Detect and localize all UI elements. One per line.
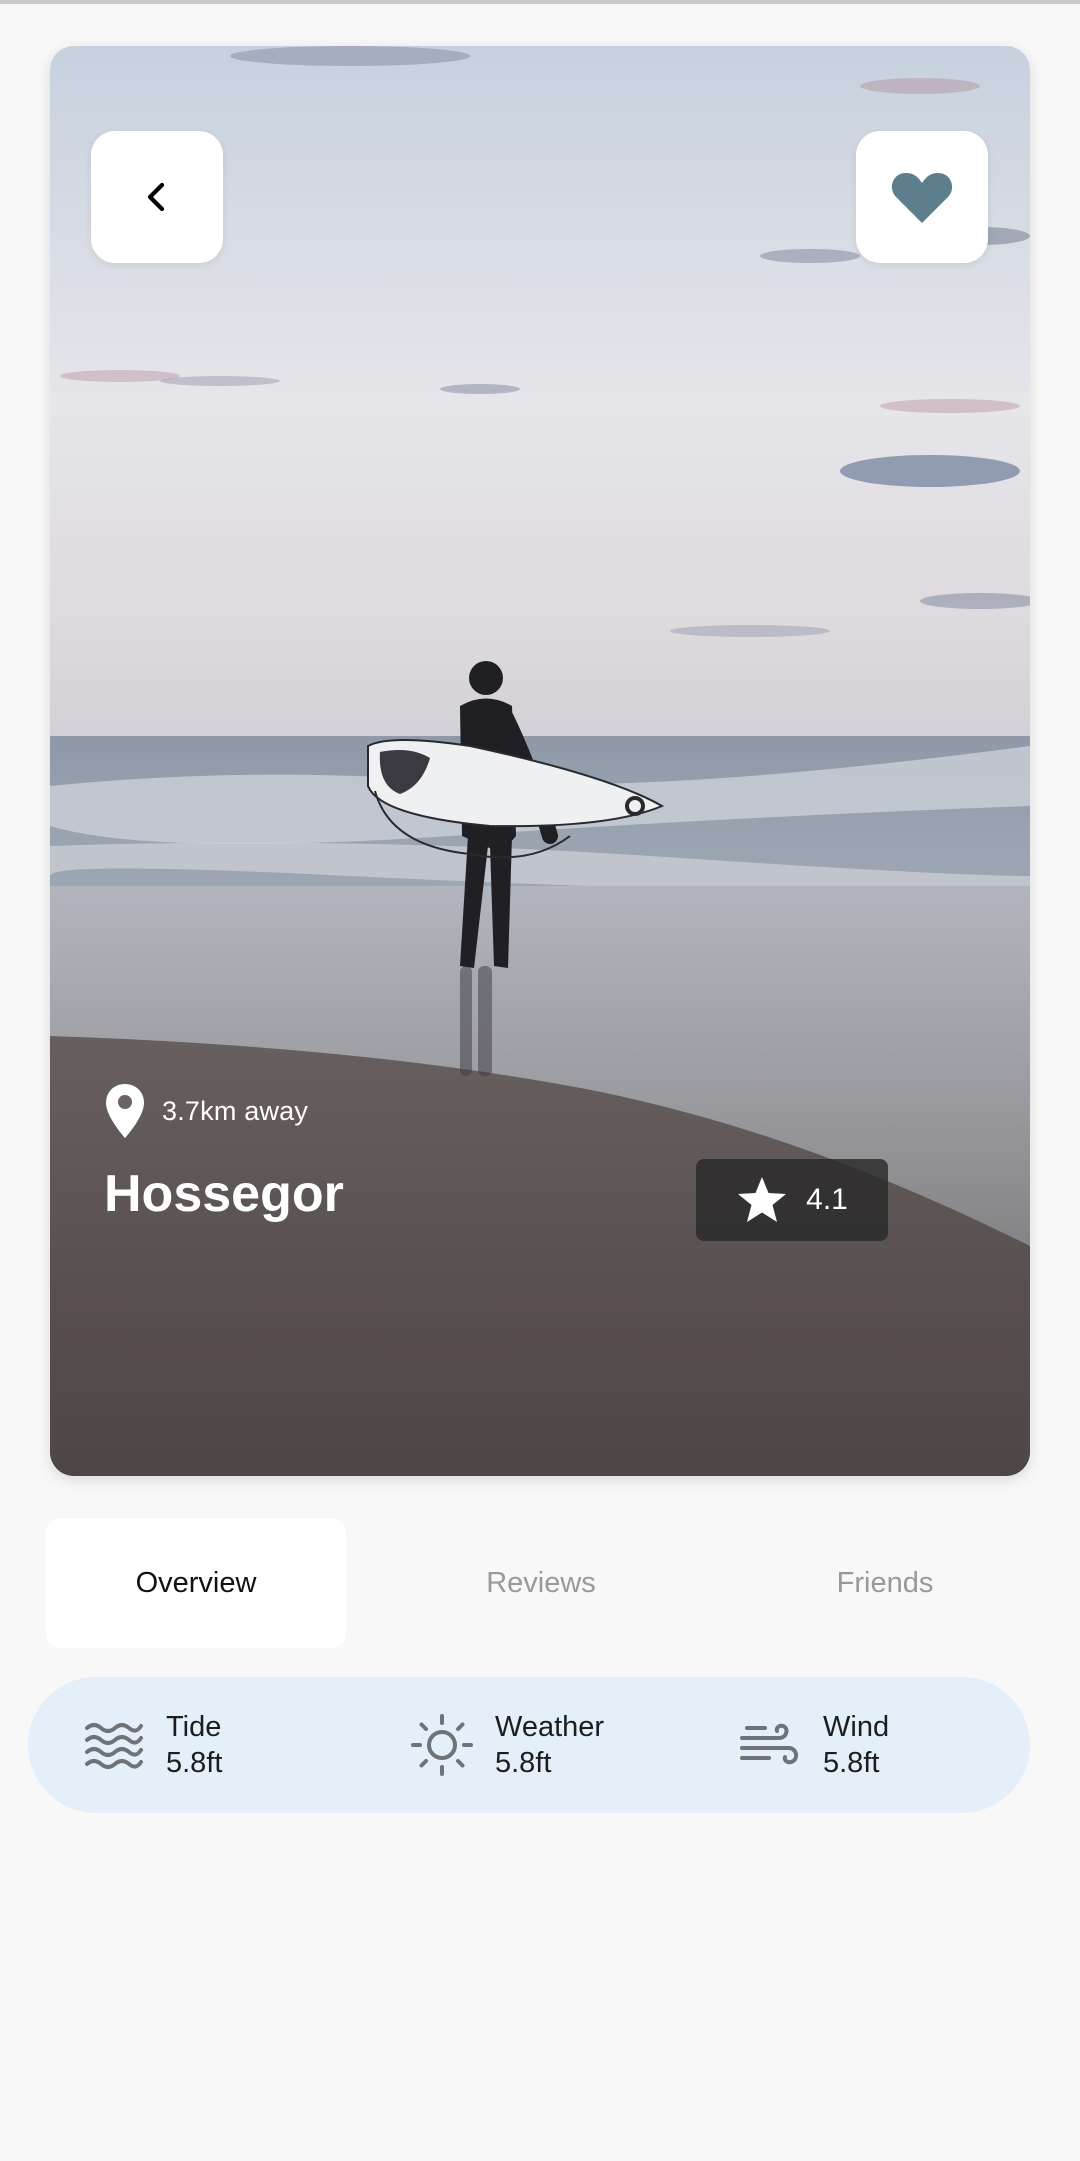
waves-icon [85,1723,143,1769]
condition-tide: Tide 5.8ft [84,1677,222,1813]
hero-card: 3.7km away Hossegor 4.1 [50,46,1030,1476]
rating-badge: 4.1 [696,1159,888,1241]
back-button[interactable] [91,131,223,263]
location-distance: 3.7km away [104,1082,308,1140]
conditions-panel: Tide 5.8ft Weather 5.8ft Wind 5.8ft [28,1677,1030,1813]
rating-value: 4.1 [806,1183,848,1216]
condition-value: 5.8ft [823,1747,880,1779]
condition-label: Tide [166,1711,222,1743]
condition-value: 5.8ft [495,1747,552,1779]
star-icon [738,1177,787,1222]
distance-text: 3.7km away [162,1095,309,1126]
tab-bar: Overview Reviews Friends [46,1518,1046,1648]
map-pin-icon [106,1084,144,1138]
condition-value: 5.8ft [166,1747,223,1779]
spot-title: Hossegor [104,1165,344,1223]
chevron-left-icon [147,182,165,212]
wind-icon [740,1723,798,1765]
condition-label: Weather [495,1711,605,1743]
tab-reviews[interactable]: Reviews [391,1518,691,1648]
tab-friends[interactable]: Friends [735,1518,1035,1648]
condition-weather: Weather 5.8ft [411,1677,604,1813]
sun-icon [411,1714,473,1776]
favorite-button[interactable] [856,131,988,263]
condition-label: Wind [823,1711,890,1743]
top-divider [0,0,1080,4]
condition-wind: Wind 5.8ft [739,1677,889,1813]
tab-overview[interactable]: Overview [46,1518,346,1648]
heart-icon [891,173,953,223]
